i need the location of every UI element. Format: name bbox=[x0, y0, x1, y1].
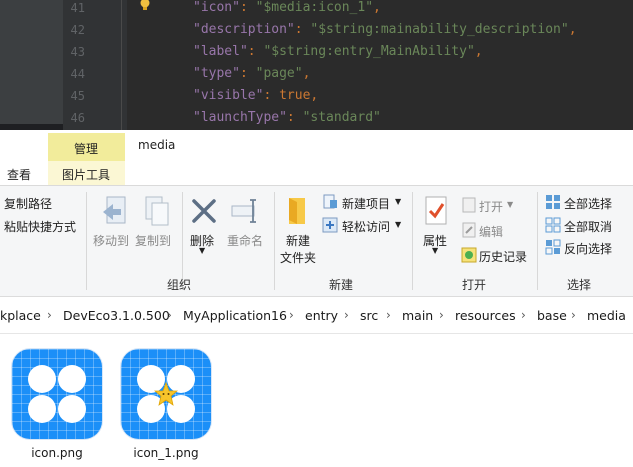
new-folder-label-line2[interactable]: 文件夹 bbox=[280, 249, 316, 266]
json-key: "launchType" bbox=[193, 110, 287, 125]
group-separator bbox=[86, 192, 87, 290]
line-number: 44 bbox=[70, 67, 85, 81]
organize-group-label: 组织 bbox=[167, 278, 192, 292]
json-key: "description" bbox=[193, 22, 295, 37]
breadcrumb-item-current[interactable]: media bbox=[587, 308, 626, 323]
line-number: 41 bbox=[70, 1, 85, 15]
invert-selection-icon bbox=[545, 239, 561, 255]
json-key: "icon" bbox=[193, 0, 240, 15]
dropdown-arrow-icon[interactable]: ▼ bbox=[395, 197, 401, 206]
tab-picture-tools[interactable]: 图片工具 bbox=[62, 166, 110, 183]
history-button[interactable]: 历史记录 bbox=[479, 248, 527, 265]
edit-button[interactable]: 编辑 bbox=[479, 223, 503, 240]
json-value: "$string:mainability_description" bbox=[310, 22, 569, 37]
breadcrumb-item[interactable]: base bbox=[537, 308, 567, 323]
easy-access-button[interactable]: 轻松访问 bbox=[342, 218, 390, 235]
new-item-icon bbox=[323, 194, 337, 209]
file-thumbnail-icon-1-png[interactable] bbox=[121, 349, 211, 439]
chevron-right-icon[interactable]: › bbox=[571, 308, 576, 322]
file-name-label[interactable]: icon.png bbox=[7, 446, 107, 460]
breadcrumb-item[interactable]: kplace bbox=[0, 308, 41, 323]
dropdown-arrow-icon[interactable]: ▼ bbox=[395, 220, 401, 229]
breadcrumb-item[interactable]: entry bbox=[305, 308, 338, 323]
open-button[interactable]: 打开 bbox=[479, 198, 503, 215]
json-value: "$string:entry_MainAbility" bbox=[263, 44, 475, 59]
new-item-button[interactable]: 新建项目 bbox=[342, 195, 390, 212]
properties-icon bbox=[425, 196, 447, 225]
code-line: 46 "launchType": "standard" bbox=[63, 107, 633, 129]
select-group-label: 选择 bbox=[567, 278, 592, 292]
line-number: 43 bbox=[70, 45, 85, 59]
editor-side-panel bbox=[0, 0, 63, 130]
chevron-right-icon[interactable]: › bbox=[386, 308, 391, 322]
select-all-icon bbox=[546, 195, 560, 209]
line-number: 45 bbox=[70, 89, 85, 103]
rename-button[interactable]: 重命名 bbox=[227, 232, 263, 249]
json-key: "type" bbox=[193, 66, 240, 81]
new-folder-label[interactable]: 新建 bbox=[286, 232, 310, 249]
chevron-right-icon[interactable]: › bbox=[344, 308, 349, 322]
code-line: 41 "icon": "$media:icon_1", bbox=[63, 0, 633, 19]
group-separator bbox=[537, 192, 538, 290]
breadcrumb-item[interactable]: MyApplication16 bbox=[183, 308, 287, 323]
line-number: 46 bbox=[70, 111, 85, 125]
group-separator bbox=[274, 192, 275, 290]
code-line: 42 "description": "$string:mainability_d… bbox=[63, 19, 633, 41]
chevron-right-icon[interactable]: › bbox=[167, 308, 172, 322]
select-none-icon bbox=[545, 217, 561, 233]
rename-icon bbox=[231, 199, 256, 223]
breadcrumb-item[interactable]: src bbox=[360, 308, 378, 323]
copy-path-button[interactable]: 复制路径 bbox=[4, 195, 52, 212]
line-number: 42 bbox=[70, 23, 85, 37]
tab-manage[interactable]: 管理 bbox=[74, 140, 98, 157]
history-icon bbox=[461, 247, 477, 263]
chevron-right-icon[interactable]: › bbox=[47, 308, 52, 322]
json-value: "$media:icon_1" bbox=[255, 0, 374, 15]
dropdown-arrow-icon[interactable]: ▼ bbox=[432, 246, 438, 255]
json-key: "label" bbox=[193, 44, 248, 59]
file-thumbnail-icon-png[interactable] bbox=[12, 349, 102, 439]
delete-x-icon bbox=[192, 199, 216, 223]
easy-access-icon bbox=[322, 217, 338, 233]
paste-shortcut-button[interactable]: 粘贴快捷方式 bbox=[4, 218, 76, 235]
new-folder-icon bbox=[289, 198, 305, 224]
select-all-button[interactable]: 全部选择 bbox=[564, 195, 612, 212]
open-group-label: 打开 bbox=[462, 278, 487, 292]
window-title-media: media bbox=[138, 138, 176, 152]
breadcrumb-item[interactable]: resources bbox=[455, 308, 516, 323]
tab-view[interactable]: 查看 bbox=[7, 166, 31, 183]
breadcrumb-item[interactable]: main bbox=[402, 308, 433, 323]
json-value: "standard" bbox=[302, 110, 381, 125]
group-separator bbox=[412, 192, 413, 290]
copy-to-icon bbox=[145, 196, 169, 226]
copy-to-button[interactable]: 复制到 bbox=[135, 232, 171, 249]
code-line: 45 "visible": true, bbox=[63, 85, 633, 107]
json-value: true bbox=[279, 88, 311, 103]
star-icon bbox=[154, 382, 178, 406]
code-line: 44 "type": "page", bbox=[63, 63, 633, 85]
open-icon bbox=[462, 197, 476, 213]
edit-icon bbox=[462, 222, 476, 238]
invert-selection-button[interactable]: 反向选择 bbox=[564, 240, 612, 257]
dropdown-arrow-icon[interactable]: ▼ bbox=[507, 200, 513, 209]
json-value: "page" bbox=[255, 66, 303, 81]
move-to-icon bbox=[103, 196, 126, 224]
move-to-button[interactable]: 移动到 bbox=[93, 232, 129, 249]
json-key: "visible" bbox=[193, 88, 264, 103]
chevron-right-icon[interactable]: › bbox=[521, 308, 526, 322]
chevron-right-icon[interactable]: › bbox=[289, 308, 294, 322]
code-editor[interactable]: 41 "icon": "$media:icon_1", 42 "descript… bbox=[0, 0, 633, 130]
code-line: 43 "label": "$string:entry_MainAbility", bbox=[63, 41, 633, 63]
select-none-button[interactable]: 全部取消 bbox=[564, 218, 612, 235]
breadcrumb-item[interactable]: DevEco3.1.0.500 bbox=[63, 308, 170, 323]
dropdown-arrow-icon[interactable]: ▼ bbox=[199, 246, 205, 255]
new-group-label: 新建 bbox=[329, 278, 354, 292]
chevron-right-icon[interactable]: › bbox=[439, 308, 444, 322]
file-name-label[interactable]: icon_1.png bbox=[116, 446, 216, 460]
